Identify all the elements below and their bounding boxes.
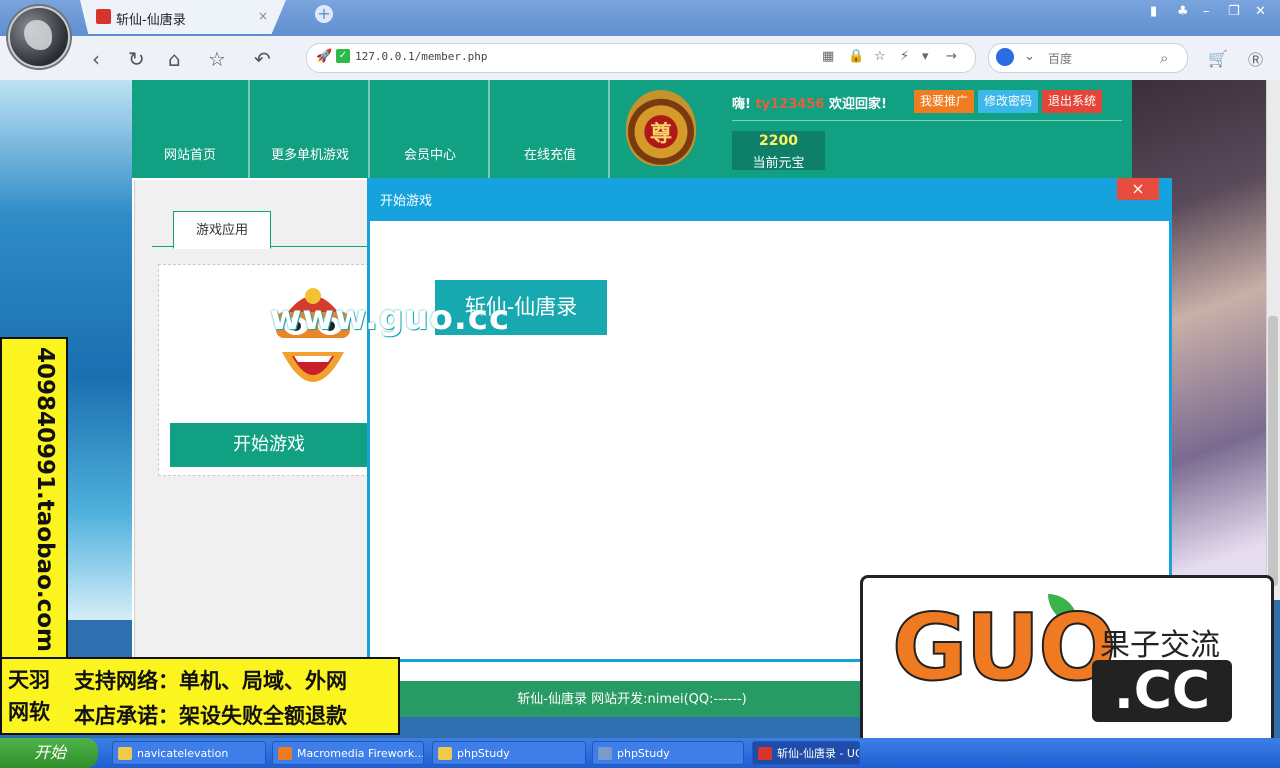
balance-label: 当前元宝: [752, 156, 805, 171]
ad-brand: 天羽 网软: [8, 664, 66, 728]
search-box[interactable]: [988, 43, 1188, 73]
promote-button[interactable]: 我要推广: [914, 90, 975, 113]
logout-button[interactable]: 退出系统: [1042, 90, 1103, 113]
speed-mode-icon[interactable]: 🚀: [316, 49, 332, 64]
search-icon[interactable]: ⌕: [1160, 49, 1168, 67]
balance-box: 2200 当前元宝: [732, 131, 825, 171]
username: ty123456: [755, 97, 825, 112]
chevron-down-icon[interactable]: ▾: [922, 49, 929, 64]
folder-icon: [438, 747, 452, 760]
secure-check-icon: ✓: [336, 49, 350, 63]
new-tab-icon[interactable]: +: [315, 5, 333, 23]
guo-logo-text: GUO: [891, 593, 1117, 702]
favorite-star-icon[interactable]: ☆: [874, 49, 886, 64]
cart-icon[interactable]: 🛒: [1208, 49, 1228, 68]
taskbar-item[interactable]: phpStudy: [592, 741, 744, 765]
tab-game-apps[interactable]: 游戏应用: [173, 211, 271, 249]
account-icon[interactable]: Ⓡ: [1248, 49, 1263, 70]
vip-emblem-icon: 尊: [626, 90, 696, 166]
window-minimize-icon[interactable]: –: [1203, 4, 1210, 19]
vertical-ad-text: 409840991.taobao.com: [32, 347, 58, 653]
tab-title: 斩仙-仙唐录: [116, 13, 186, 28]
window-skin-icon[interactable]: ♣: [1177, 4, 1189, 19]
window-pin-icon[interactable]: ▮: [1150, 4, 1157, 19]
balance-value: 2200: [759, 133, 798, 149]
taskbar-item[interactable]: Macromedia Firework...: [272, 741, 424, 765]
browser-logo-icon[interactable]: [8, 6, 70, 68]
phpstudy-icon: [598, 747, 612, 760]
greeting-prefix: 嗨!: [732, 97, 751, 112]
browser-task-icon: [758, 747, 772, 760]
home-icon[interactable]: ⌂: [168, 47, 181, 71]
guo-logo-cc: .CC: [1092, 660, 1232, 722]
modal-close-button[interactable]: ×: [1117, 178, 1159, 200]
search-input[interactable]: 百度: [1048, 50, 1072, 67]
undo-icon[interactable]: ↶: [254, 47, 271, 71]
ad-line-2: 本店承诺：架设失败全额退款: [74, 704, 347, 728]
tab-close-icon[interactable]: ×: [258, 9, 268, 23]
lock-icon[interactable]: 🔒: [848, 49, 864, 64]
fireworks-icon: [278, 747, 292, 760]
nav-recharge[interactable]: 在线充值: [492, 80, 610, 178]
back-icon[interactable]: ‹: [92, 47, 100, 71]
ad-brand-line2: 网软: [8, 700, 50, 724]
nav-home[interactable]: 网站首页: [132, 80, 250, 178]
nav-more-games[interactable]: 更多单机游戏: [252, 80, 370, 178]
bookmark-star-icon[interactable]: ☆: [208, 47, 226, 71]
header-divider: [732, 120, 1122, 121]
scrollbar-thumb[interactable]: [1268, 316, 1278, 586]
start-game-button[interactable]: 开始游戏: [170, 423, 368, 467]
start-button[interactable]: 开始: [0, 738, 98, 768]
folder-icon: [118, 747, 132, 760]
guo-logo-cn: 果子交流: [1100, 628, 1220, 663]
nav-member-center[interactable]: 会员中心: [372, 80, 490, 178]
ad-brand-line1: 天羽: [8, 668, 50, 692]
go-arrow-icon[interactable]: →: [946, 49, 957, 64]
search-engine-chevron-icon[interactable]: ⌄: [1024, 49, 1035, 64]
taskbar-item-active[interactable]: 斩仙-仙唐录 - UC: [752, 741, 860, 765]
watermark-text: www.guo.cc: [270, 298, 511, 338]
ad-line-1: 支持网络：单机、局域、外网: [74, 669, 347, 693]
taskbar-item[interactable]: phpStudy: [432, 741, 586, 765]
url-text[interactable]: 127.0.0.1/member.php: [355, 50, 487, 63]
lightning-icon[interactable]: ⚡: [900, 49, 909, 64]
greeting: 嗨! ty123456 欢迎回家!: [732, 93, 887, 112]
window-maximize-icon[interactable]: ❐: [1228, 4, 1240, 19]
modal-title: 开始游戏: [380, 194, 433, 209]
refresh-icon[interactable]: ↻: [128, 47, 145, 71]
tab-favicon-icon: [96, 9, 111, 24]
change-password-button[interactable]: 修改密码: [978, 90, 1039, 113]
baidu-paw-icon[interactable]: [996, 48, 1014, 66]
qrcode-icon[interactable]: ▦: [822, 49, 834, 64]
greeting-suffix: 欢迎回家!: [828, 97, 887, 112]
taskbar-item[interactable]: navicatelevation: [112, 741, 266, 765]
window-close-icon[interactable]: ✕: [1255, 4, 1266, 19]
